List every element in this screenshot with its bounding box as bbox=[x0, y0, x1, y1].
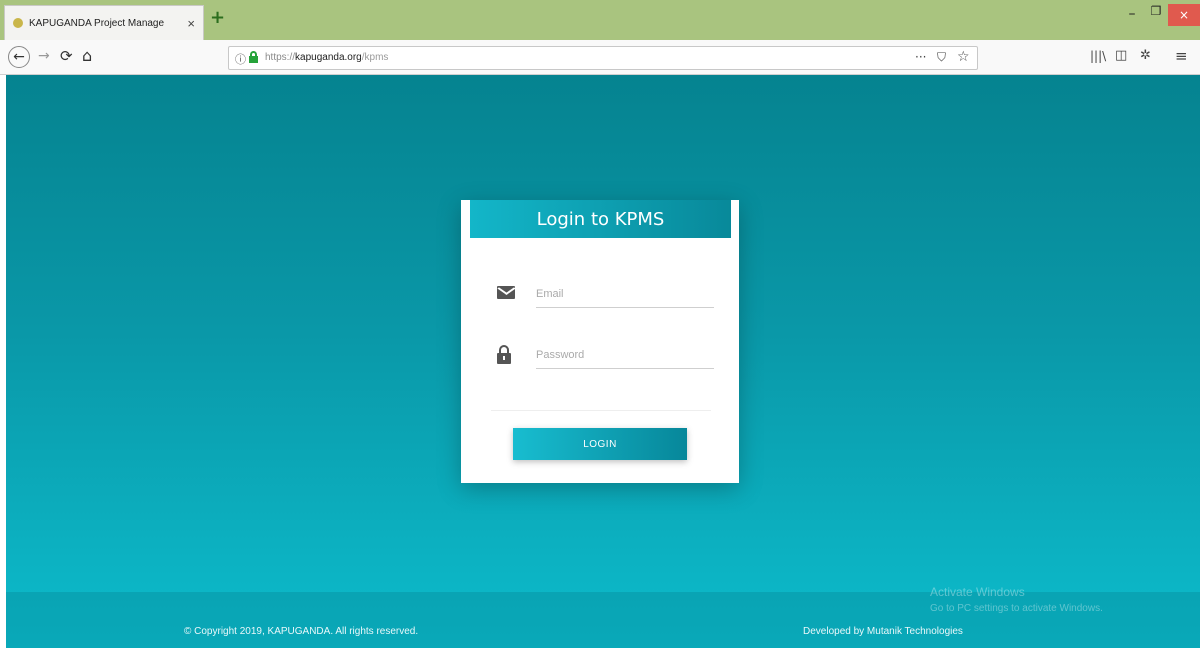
envelope-icon bbox=[497, 284, 517, 304]
browser-titlebar: KAPUGANDA Project Manage × + – ❐ × bbox=[0, 0, 1200, 40]
login-page: Login to KPMS LOGIN bbox=[6, 75, 1200, 648]
window-close-button[interactable]: × bbox=[1168, 4, 1200, 26]
forward-icon[interactable]: → bbox=[38, 48, 50, 64]
tab-close-icon[interactable]: × bbox=[187, 16, 195, 31]
page-footer: © Copyright 2019, KAPUGANDA. All rights … bbox=[6, 592, 1200, 648]
pocket-icon[interactable]: ⛉ bbox=[937, 50, 946, 65]
address-bar[interactable]: ⓘ https://kapuganda.org/kpms ··· ⛉ ☆ bbox=[228, 46, 978, 70]
tab-title: KAPUGANDA Project Manage bbox=[29, 17, 165, 29]
browser-tab[interactable]: KAPUGANDA Project Manage × bbox=[4, 5, 204, 40]
developer-credit: Developed by Mutanik Technologies bbox=[803, 626, 963, 637]
sidebar-icon[interactable]: ◫ bbox=[1115, 48, 1127, 63]
back-icon[interactable]: ← bbox=[8, 46, 30, 68]
login-card: Login to KPMS LOGIN bbox=[461, 200, 739, 483]
login-title: Login to KPMS bbox=[470, 200, 731, 238]
lock-icon bbox=[497, 345, 517, 365]
divider bbox=[491, 410, 711, 411]
site-favicon-icon bbox=[13, 18, 23, 28]
new-tab-button[interactable]: + bbox=[210, 9, 226, 27]
activation-watermark-subtitle: Go to PC settings to activate Windows. bbox=[930, 603, 1103, 614]
home-icon[interactable]: ⌂ bbox=[82, 46, 92, 65]
password-field-group bbox=[491, 337, 714, 377]
reload-icon[interactable]: ⟳ bbox=[60, 47, 73, 65]
page-actions-icon[interactable]: ··· bbox=[915, 50, 926, 64]
secure-lock-icon bbox=[249, 51, 258, 63]
url-text[interactable]: https://kapuganda.org/kpms bbox=[265, 52, 388, 63]
email-field-group bbox=[491, 276, 714, 316]
bookmark-star-icon[interactable]: ☆ bbox=[957, 49, 970, 65]
activation-watermark-title: Activate Windows bbox=[930, 585, 1025, 599]
window-maximize-button[interactable]: ❐ bbox=[1144, 4, 1168, 26]
site-info-icon[interactable]: ⓘ bbox=[235, 51, 246, 67]
menu-icon[interactable]: ≡ bbox=[1175, 47, 1188, 65]
email-field[interactable] bbox=[536, 280, 714, 308]
login-button[interactable]: LOGIN bbox=[513, 428, 687, 460]
extension-icon[interactable]: ✲ bbox=[1140, 48, 1151, 63]
library-icon[interactable]: |||\ bbox=[1090, 49, 1106, 63]
password-field[interactable] bbox=[536, 341, 714, 369]
copyright-text: © Copyright 2019, KAPUGANDA. All rights … bbox=[184, 626, 419, 637]
browser-navbar: ← → ⟳ ⌂ ⓘ https://kapuganda.org/kpms ···… bbox=[0, 40, 1200, 75]
window-minimize-button[interactable]: – bbox=[1120, 6, 1144, 26]
